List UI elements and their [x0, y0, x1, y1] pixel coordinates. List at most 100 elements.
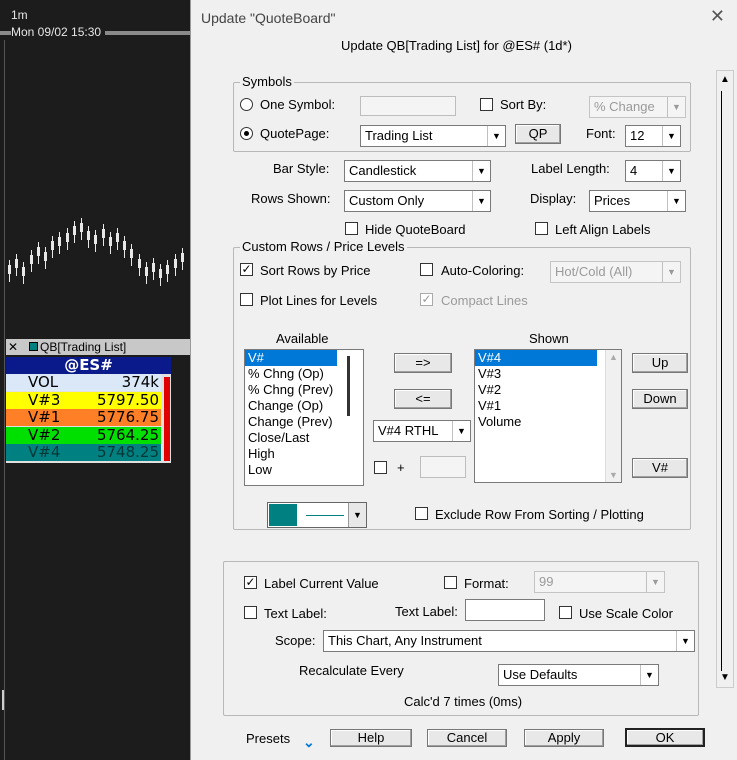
chevron-down-icon: ▼: [646, 572, 664, 592]
recalc-select[interactable]: Use Defaults ▼: [498, 664, 659, 686]
shown-list-item[interactable]: V#2: [475, 382, 597, 398]
hide-quoteboard-checkbox[interactable]: [345, 222, 358, 235]
sort-by-select[interactable]: % Change ▼: [589, 96, 686, 118]
compact-lines-checkbox[interactable]: ✓: [420, 293, 433, 306]
quotepage-radio[interactable]: [240, 127, 253, 140]
plus-checkbox[interactable]: [374, 461, 387, 474]
line-style-picker[interactable]: ▼: [267, 502, 367, 528]
quoteboard-row: V#3 5797.50: [6, 390, 161, 409]
chevron-down-icon[interactable]: ⌄: [303, 734, 315, 751]
close-icon[interactable]: ✕: [710, 6, 725, 27]
shown-list-item[interactable]: V#3: [475, 366, 597, 382]
display-value: Prices: [594, 193, 631, 208]
quoteboard-table[interactable]: @ES# VOL 374k V#3 5797.50 V#1 5776.75 V#2 5764.…: [6, 357, 171, 463]
font-select[interactable]: 12 ▼: [625, 125, 681, 147]
shown-list[interactable]: V#4 V#3 V#2 V#1 Volume ▲ ▼: [474, 349, 622, 483]
available-list-item[interactable]: Close/Last: [245, 430, 337, 446]
dialog-scrollbar[interactable]: ▲ ▼: [716, 70, 734, 688]
add-row-button[interactable]: =>: [394, 353, 452, 373]
exclude-row-checkbox[interactable]: [415, 507, 428, 520]
plus-input[interactable]: [420, 456, 466, 478]
use-scale-color-checkbox[interactable]: [559, 606, 572, 619]
shown-scrollbar[interactable]: ▲ ▼: [605, 350, 621, 482]
scroll-up-icon[interactable]: ▲: [717, 71, 733, 89]
use-scale-color-label: Use Scale Color: [579, 606, 673, 621]
chart-marker: [2, 690, 4, 710]
left-align-label: Left Align Labels: [555, 222, 651, 237]
quotepage-value: Trading List: [365, 128, 433, 143]
label-length-select[interactable]: 4 ▼: [625, 160, 681, 182]
scrollbar-track: [721, 91, 722, 671]
available-list-item[interactable]: Change (Op): [245, 398, 337, 414]
chart-area[interactable]: 1m Mon 09/02 15:30 ✕ QB[Trading List] @E…: [0, 0, 190, 760]
quoteboard-title: QB[Trading List]: [40, 340, 127, 354]
available-list-item[interactable]: Low: [245, 462, 337, 478]
display-select[interactable]: Prices ▼: [589, 190, 686, 212]
auto-coloring-label: Auto-Coloring:: [441, 263, 525, 278]
shown-list-item[interactable]: V#4: [475, 350, 597, 366]
scope-select[interactable]: This Chart, Any Instrument ▼: [323, 630, 695, 652]
label-current-checkbox[interactable]: ✓: [244, 576, 257, 589]
sort-by-checkbox[interactable]: [480, 98, 493, 111]
format-checkbox[interactable]: [444, 576, 457, 589]
candle-body: [22, 267, 26, 276]
shown-list-item[interactable]: Volume: [475, 414, 597, 430]
available-list-item[interactable]: Change (Prev): [245, 414, 337, 430]
candle-body: [144, 267, 148, 276]
one-symbol-input[interactable]: [360, 96, 456, 116]
remove-row-button[interactable]: <=: [394, 389, 452, 409]
candle-body: [44, 252, 47, 261]
sort-rows-checkbox[interactable]: ✓: [240, 263, 253, 276]
quotepage-select[interactable]: Trading List ▼: [360, 125, 506, 147]
quoteboard-header[interactable]: ✕ QB[Trading List]: [6, 339, 190, 355]
available-list[interactable]: V#% Chng (Op)% Chng (Prev) Change (Op) Cha…: [244, 349, 364, 486]
display-label: Display:: [530, 191, 577, 206]
qp-button[interactable]: QP: [515, 124, 561, 144]
auto-coloring-select[interactable]: Hot/Cold (All) ▼: [550, 261, 681, 283]
help-button[interactable]: Help: [330, 729, 412, 747]
quoteboard-row-value: 374k: [121, 373, 159, 391]
format-select[interactable]: 99 ▼: [534, 571, 665, 593]
text-label-input[interactable]: [465, 599, 545, 621]
candle-body: [65, 233, 69, 242]
scroll-down-icon[interactable]: ▼: [606, 470, 621, 480]
close-icon[interactable]: ✕: [8, 339, 18, 355]
plus-label: +: [397, 460, 405, 475]
chevron-down-icon[interactable]: ▼: [348, 503, 366, 527]
up-button[interactable]: Up: [632, 353, 688, 373]
quoteboard-row-label: VOL: [28, 373, 59, 391]
candle-body: [159, 269, 163, 278]
quoteboard-row: V#4 5748.25: [6, 444, 161, 462]
auto-coloring-checkbox[interactable]: [420, 263, 433, 276]
scroll-up-icon[interactable]: ▲: [606, 352, 621, 362]
one-symbol-radio[interactable]: [240, 98, 253, 111]
available-header: Available: [276, 331, 329, 346]
vhash-button[interactable]: V#: [632, 458, 688, 478]
quoteboard-row-label: V#3: [28, 390, 61, 409]
presets-label[interactable]: Presets: [246, 731, 290, 746]
available-list-item[interactable]: V#: [245, 350, 337, 366]
shown-list-item[interactable]: V#1: [475, 398, 597, 414]
bar-style-select[interactable]: Candlestick ▼: [344, 160, 491, 182]
row-type-select[interactable]: V#4 RTHL ▼: [373, 420, 471, 442]
rows-shown-select[interactable]: Custom Only ▼: [344, 190, 491, 212]
candle-body: [72, 226, 76, 235]
chevron-down-icon: ▼: [452, 421, 470, 441]
available-list-item[interactable]: % Chng (Prev): [245, 382, 337, 398]
rows-shown-label: Rows Shown:: [251, 191, 331, 206]
available-list-item[interactable]: High: [245, 446, 337, 462]
apply-button[interactable]: Apply: [524, 729, 604, 747]
candle-body: [123, 241, 127, 250]
candle-body: [166, 265, 170, 274]
candle-body: [180, 253, 184, 262]
left-align-checkbox[interactable]: [535, 222, 548, 235]
ok-button[interactable]: OK: [625, 728, 705, 747]
down-button[interactable]: Down: [632, 389, 688, 409]
scroll-down-icon[interactable]: ▼: [717, 669, 733, 687]
cancel-button[interactable]: Cancel: [427, 729, 507, 747]
text-label-checkbox[interactable]: [244, 606, 257, 619]
available-scrollbar[interactable]: [347, 356, 350, 416]
label-current-label: Label Current Value: [264, 576, 379, 591]
available-list-item[interactable]: % Chng (Op): [245, 366, 337, 382]
plot-lines-checkbox[interactable]: [240, 293, 253, 306]
